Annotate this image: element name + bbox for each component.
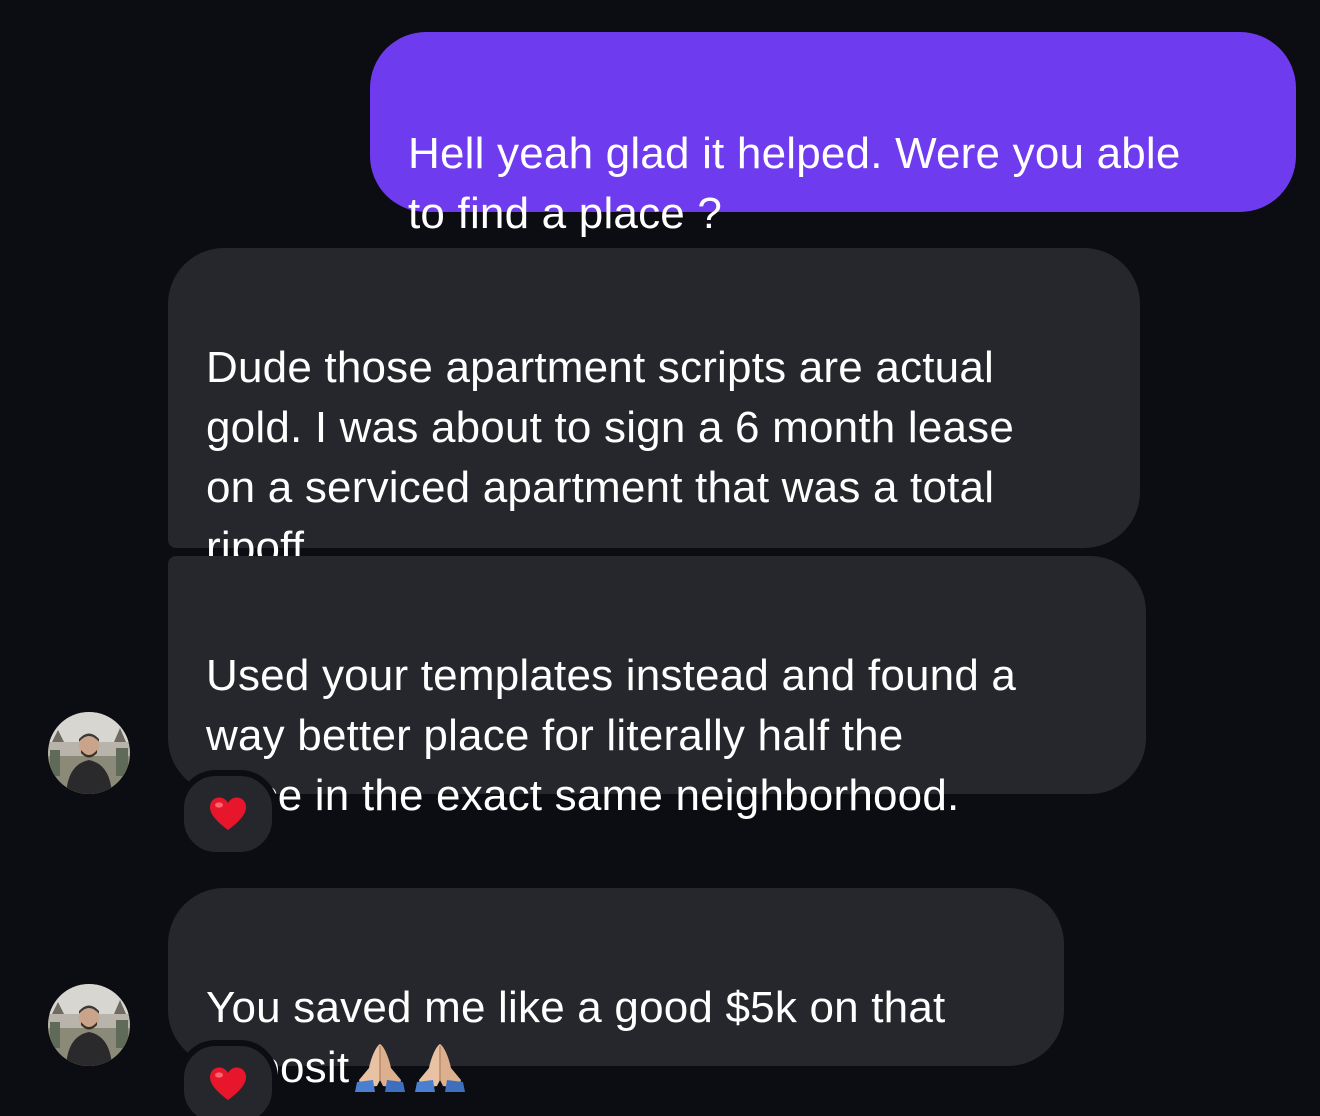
avatar[interactable] [48, 984, 130, 1066]
outgoing-message-bubble[interactable]: Hell yeah glad it helped. Were you able … [370, 32, 1296, 238]
avatar[interactable] [48, 712, 130, 794]
incoming-message-bubble[interactable]: Dude those apartment scripts are actual … [168, 248, 1140, 572]
message-thread: Hell yeah glad it helped. Were you able … [0, 0, 1320, 1116]
incoming-message-bubble[interactable]: You saved me like a good $5k on that dep… [168, 888, 1064, 1092]
message-text: Dude those apartment scripts are actual … [206, 343, 1015, 572]
message-text: Used your templates instead and found a … [206, 651, 1017, 820]
message-reaction[interactable] [178, 770, 278, 858]
incoming-message-bubble[interactable]: Used your templates instead and found a … [168, 556, 1146, 820]
heart-icon [210, 797, 246, 830]
message-text: Hell yeah glad it helped. Were you able … [408, 129, 1181, 238]
heart-icon [210, 1067, 246, 1100]
folded-hands-icon [351, 1040, 409, 1108]
message-text: You saved me like a good $5k on that dep… [206, 983, 946, 1092]
message-reaction[interactable] [178, 1040, 278, 1116]
folded-hands-icon [411, 1040, 469, 1108]
